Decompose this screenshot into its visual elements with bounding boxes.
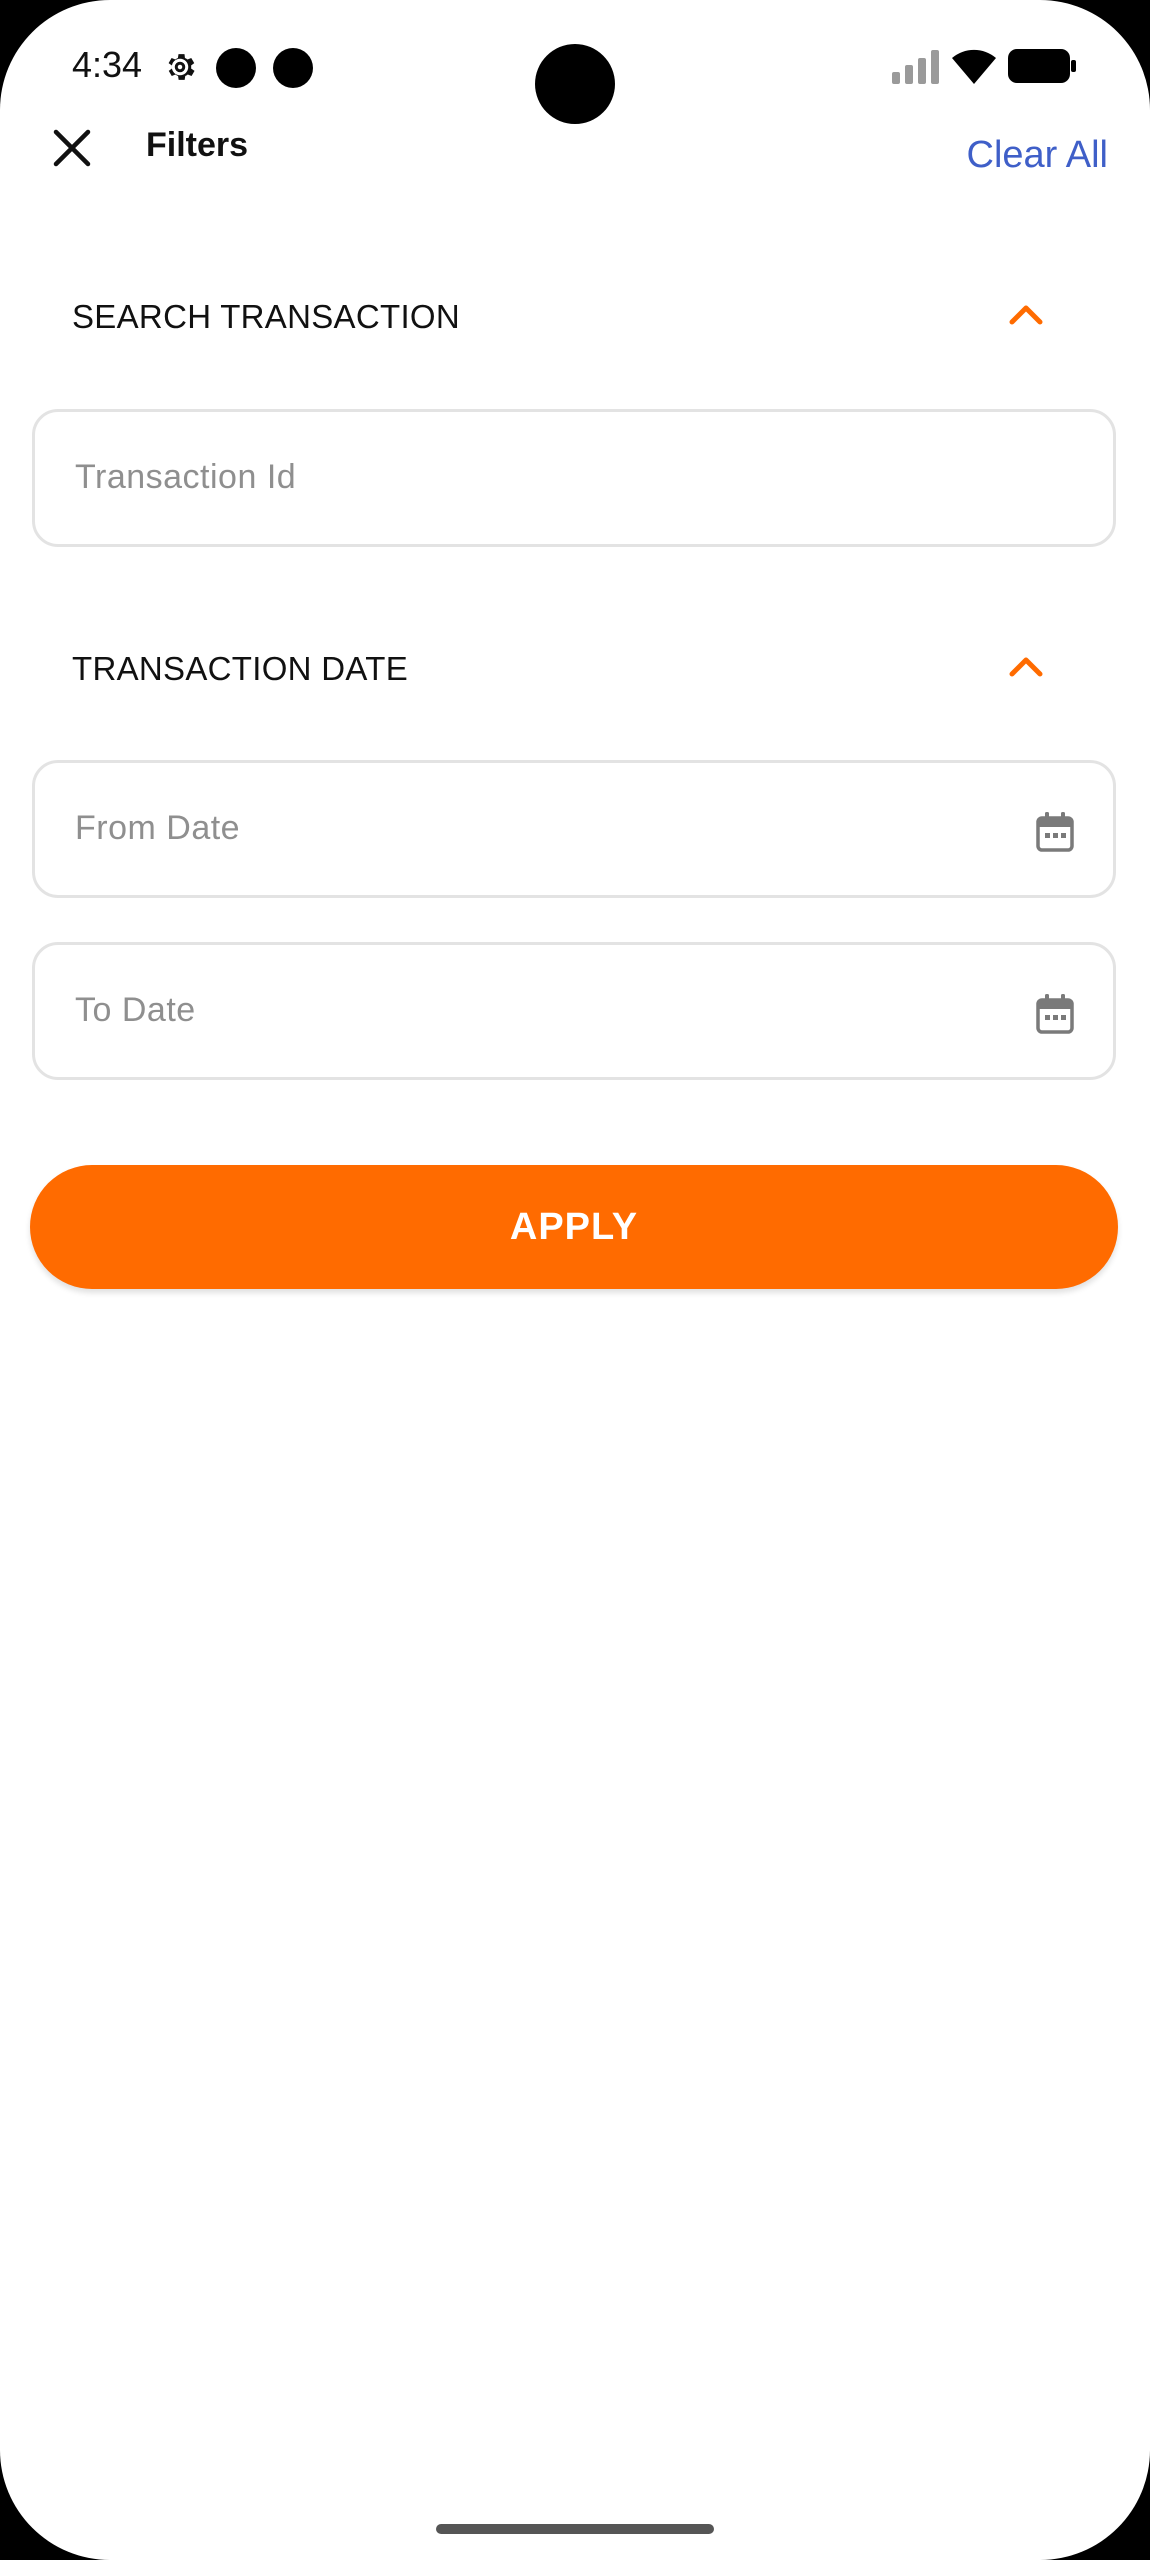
chevron-up-icon	[1009, 305, 1043, 325]
to-date-field[interactable]: To Date	[32, 942, 1116, 1080]
apply-button[interactable]: APPLY	[30, 1165, 1118, 1289]
notification-dot-icon	[273, 48, 313, 88]
chevron-up-icon	[1009, 657, 1043, 677]
gear-icon	[168, 54, 195, 80]
transaction-date-section-header[interactable]: TRANSACTION DATE	[72, 638, 1072, 698]
battery-icon	[1008, 49, 1076, 83]
signal-icon	[892, 50, 939, 84]
from-date-field[interactable]: From Date	[32, 760, 1116, 898]
wifi-icon	[952, 49, 996, 84]
home-indicator[interactable]	[436, 2524, 714, 2534]
calendar-icon[interactable]	[1035, 811, 1075, 853]
close-icon[interactable]	[48, 124, 96, 172]
status-bar: 4:34	[0, 0, 1150, 140]
status-time: 4:34	[72, 44, 143, 85]
page-title: Filters	[146, 126, 249, 164]
transaction-id-placeholder: Transaction Id	[75, 458, 297, 496]
front-camera	[535, 44, 615, 124]
clear-all-button[interactable]: Clear All	[967, 134, 1109, 177]
to-date-placeholder: To Date	[75, 991, 196, 1029]
from-date-placeholder: From Date	[75, 809, 241, 847]
filters-screen: 4:34 Filters Clear All SEARCH TRANSACTIO…	[0, 0, 1150, 2560]
notification-dot-icon	[216, 48, 256, 88]
search-transaction-section-header[interactable]: SEARCH TRANSACTION	[72, 286, 1072, 346]
calendar-icon[interactable]	[1035, 993, 1075, 1035]
section-label: TRANSACTION DATE	[72, 650, 409, 687]
section-label: SEARCH TRANSACTION	[72, 298, 461, 335]
transaction-id-input[interactable]: Transaction Id	[32, 409, 1116, 547]
